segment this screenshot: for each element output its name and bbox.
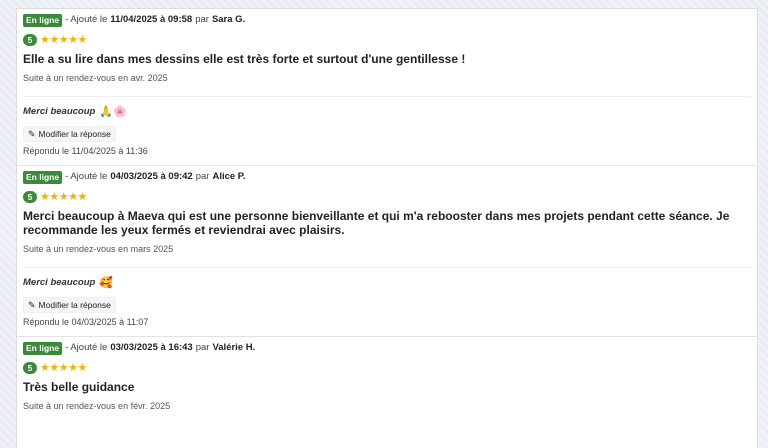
star-rating-icon: ★★★★★ [40,191,87,203]
edit-reply-button[interactable]: ✎ Modifier la réponse [23,297,116,313]
review-meta: En ligne - Ajouté le 11/04/2025 à 09:58 … [23,13,751,27]
rating: 5 ★★★★★ [23,361,751,375]
reviews-list: En ligne - Ajouté le 11/04/2025 à 09:58 … [16,8,758,448]
review-meta: En ligne - Ajouté le 04/03/2025 à 09:42 … [23,170,751,184]
reply-text: Merci beaucoup 🥰 [23,276,751,290]
reply-emoji: 🥰 [99,277,114,289]
by-label: par [195,14,209,25]
review-context: Suite à un rendez-vous en mars 2025 [23,244,174,254]
review-item: En ligne - Ajouté le 03/03/2025 à 16:43 … [17,337,757,420]
review-context: Suite à un rendez-vous en févr. 2025 [23,401,171,411]
replied-at: Répondu le 11/04/2025 à 11:36 [23,146,148,156]
edit-reply-button[interactable]: ✎ Modifier la réponse [23,126,116,142]
edit-reply-label: Modifier la réponse [38,300,111,310]
star-rating-icon: ★★★★★ [40,34,87,46]
added-prefix: - Ajouté le [65,14,108,25]
added-prefix: - Ajouté le [65,342,108,353]
review-date: 11/04/2025 à 09:58 [110,14,193,25]
score-badge: 5 [23,34,37,46]
added-prefix: - Ajouté le [65,171,108,182]
review-comment: Très belle guidance [23,380,135,394]
replied-at: Répondu le 04/03/2025 à 11:07 [23,317,149,327]
score-badge: 5 [23,191,37,203]
review-context: Suite à un rendez-vous en avr. 2025 [23,73,168,83]
by-label: par [195,342,210,353]
review-meta: En ligne - Ajouté le 03/03/2025 à 16:43 … [23,341,751,355]
reply-text: Merci beaucoup 🙏🌸 [23,105,751,119]
status-badge: En ligne [23,341,63,355]
edit-reply-label: Modifier la réponse [38,129,111,139]
review-author: Alice P. [212,171,246,182]
review-author: Sara G. [211,14,246,25]
divider [23,267,751,268]
edit-icon: ✎ [28,128,36,139]
rating: 5 ★★★★★ [23,33,751,47]
divider [23,96,751,97]
review-author: Valérie H. [212,342,256,353]
star-rating-icon: ★★★★★ [40,362,87,374]
edit-icon: ✎ [28,299,36,310]
status-badge: En ligne [23,170,63,184]
reply-emoji: 🙏🌸 [99,106,127,118]
reply-message: Merci beaucoup [23,106,96,117]
review-date: 04/03/2025 à 09:42 [110,171,193,182]
review-date: 03/03/2025 à 16:43 [110,342,193,353]
review-item: En ligne - Ajouté le 11/04/2025 à 09:58 … [17,9,757,166]
review-item: En ligne - Ajouté le 04/03/2025 à 09:42 … [17,166,757,337]
reply-message: Merci beaucoup [23,277,96,288]
by-label: par [195,171,210,182]
review-comment: Elle a su lire dans mes dessins elle est… [23,52,466,66]
score-badge: 5 [23,362,37,374]
review-comment: Merci beaucoup à Maeva qui est une perso… [23,209,730,237]
rating: 5 ★★★★★ [23,190,751,204]
status-badge: En ligne [23,13,63,27]
